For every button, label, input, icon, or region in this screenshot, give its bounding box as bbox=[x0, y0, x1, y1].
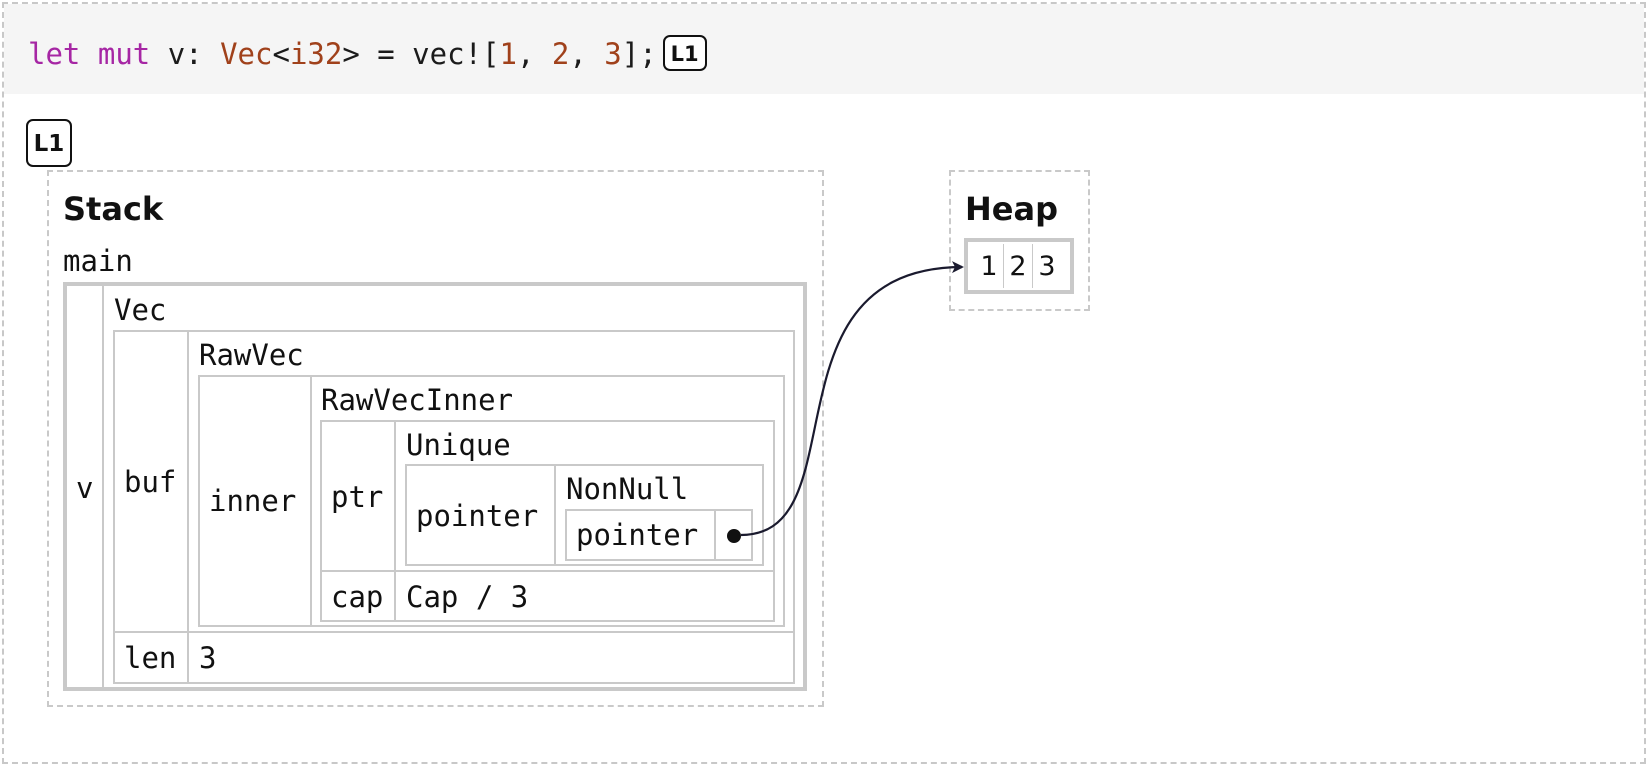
type-vec: Vec bbox=[220, 37, 273, 71]
literal-2: 2 bbox=[551, 37, 570, 71]
nonnull-col-divider bbox=[714, 509, 716, 561]
nonnull-type-label: NonNull bbox=[566, 472, 689, 506]
heap-value-2: 2 bbox=[1009, 251, 1027, 282]
heap-value-3: 3 bbox=[1038, 251, 1056, 282]
len-value: 3 bbox=[199, 641, 217, 675]
vec-row-divider bbox=[113, 631, 795, 633]
rawvec-type-label: RawVec bbox=[199, 338, 304, 372]
field-buf-label: buf bbox=[124, 465, 177, 499]
heap-title: Heap bbox=[965, 190, 1058, 228]
statement-end: ]; bbox=[621, 37, 657, 71]
vec-type-label: Vec bbox=[114, 293, 167, 327]
assign-macro: > = vec![ bbox=[342, 37, 500, 71]
keyword-let: let bbox=[28, 37, 81, 71]
var-v-label: v bbox=[76, 471, 94, 505]
code-line: let mut v: Vec<i32> = vec![1, 2, 3]; L1 bbox=[28, 34, 707, 74]
separator-1: , bbox=[516, 37, 552, 71]
variable-declaration: v: bbox=[150, 37, 221, 71]
field-pointer-label: pointer bbox=[416, 499, 539, 533]
step-badge: L1 bbox=[26, 119, 72, 167]
rawvecinner-row-divider bbox=[320, 570, 775, 572]
heap-value-1: 1 bbox=[980, 251, 998, 282]
cap-value: Cap / 3 bbox=[406, 580, 529, 614]
code-step-badge: L1 bbox=[662, 35, 707, 71]
stack-title: Stack bbox=[63, 190, 164, 228]
type-param-i32: i32 bbox=[289, 37, 343, 71]
frame-divider bbox=[102, 286, 104, 687]
unique-col-divider bbox=[554, 464, 556, 566]
field-ptr-label: ptr bbox=[331, 480, 384, 514]
unique-type-label: Unique bbox=[406, 428, 511, 462]
keyword-mut: mut bbox=[97, 37, 151, 71]
field-pointer-inner-label: pointer bbox=[576, 518, 699, 552]
separator-2: , bbox=[569, 37, 605, 71]
literal-1: 1 bbox=[499, 37, 517, 71]
frame-name-main: main bbox=[63, 244, 133, 278]
literal-3: 3 bbox=[604, 37, 622, 71]
field-cap-label: cap bbox=[331, 580, 384, 614]
angle-open: < bbox=[272, 37, 290, 71]
field-inner-label: inner bbox=[209, 484, 297, 518]
field-len-label: len bbox=[124, 641, 177, 675]
rawvecinner-type-label: RawVecInner bbox=[321, 383, 514, 417]
rawvec-col-divider bbox=[310, 375, 312, 627]
rawvecinner-col-divider bbox=[394, 420, 396, 622]
